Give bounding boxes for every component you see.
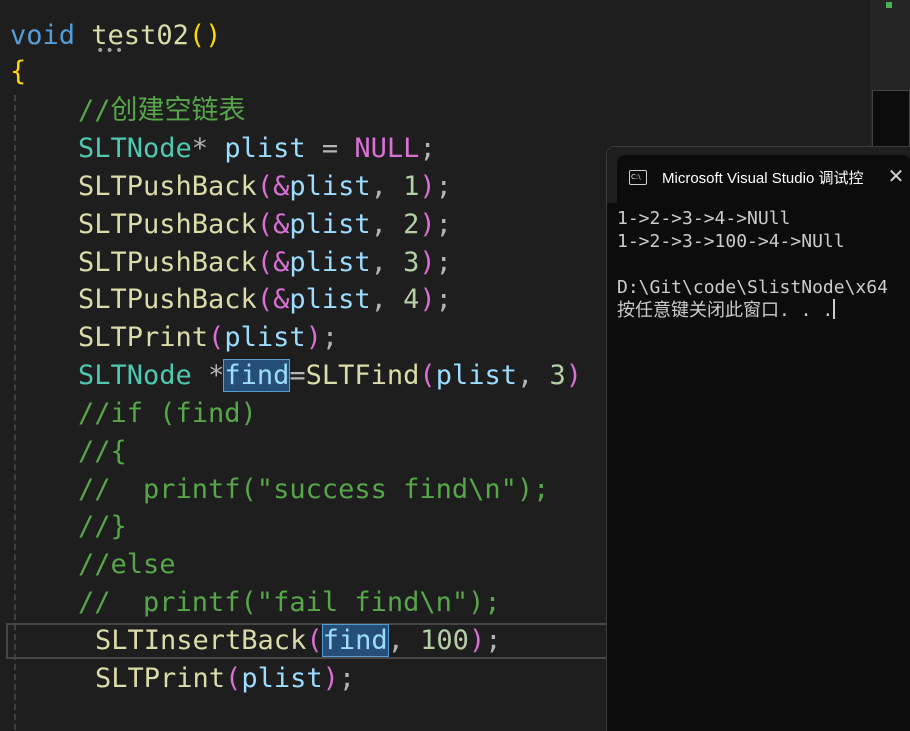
variable-plist: plist — [224, 133, 306, 164]
number-literal: 2 — [403, 209, 420, 240]
comma: , — [516, 360, 534, 391]
signature-parens: () — [188, 20, 222, 51]
function-call: SLTPushBack — [78, 209, 257, 240]
number-literal: 4 — [403, 284, 420, 315]
function-call: SLTInsertBack — [95, 625, 307, 656]
open-paren: ( — [225, 663, 242, 694]
close-paren: ) — [305, 322, 322, 353]
variable-plist: plist — [224, 322, 306, 353]
text-cursor — [833, 299, 836, 319]
variable-find-highlighted[interactable]: find — [223, 359, 291, 392]
comment-open-brace: //{ — [78, 436, 127, 467]
open-paren: ( — [306, 625, 323, 656]
minimap[interactable] — [870, 0, 910, 150]
pointer-star: * — [208, 360, 225, 391]
console-titlebar[interactable]: C:\ Microsoft Visual Studio 调试控 ✕ — [607, 147, 910, 203]
comma: , — [370, 171, 387, 202]
null-macro: NULL — [354, 133, 420, 164]
open-brace: { — [10, 56, 27, 87]
comma: , — [370, 209, 387, 240]
assign-op: = — [321, 133, 339, 164]
console-line-prompt: 按任意键关闭此窗口. . . — [617, 299, 888, 322]
type-name: SLTNode — [78, 360, 192, 391]
comma: , — [370, 247, 387, 278]
console-title: Microsoft Visual Studio 调试控 — [662, 170, 864, 187]
debug-console-window[interactable]: C:\ Microsoft Visual Studio 调试控 ✕ 1->2->… — [606, 146, 910, 731]
function-call: SLTPrint — [95, 663, 226, 694]
code-line-decl[interactable]: SLTNode* plist = NULL; — [78, 130, 436, 168]
variable-plist: plist — [289, 247, 371, 278]
comment-printf-success: // printf("success find\n"); — [78, 474, 550, 505]
close-paren: ) — [419, 284, 436, 315]
number-literal: 1 — [403, 171, 420, 202]
function-call: SLTPushBack — [78, 247, 257, 278]
semicolon: ; — [435, 284, 452, 315]
semicolon: ; — [435, 171, 452, 202]
type-name: SLTNode — [78, 133, 192, 164]
code-line-print1[interactable]: SLTPrint(plist); — [78, 319, 338, 357]
minimap-viewport[interactable] — [872, 90, 910, 150]
code-line-find[interactable]: SLTNode *find=SLTFind(plist, 3) — [78, 357, 582, 395]
code-line-push1[interactable]: SLTPushBack(&plist, 1); — [78, 168, 452, 206]
open-paren: ( — [208, 322, 225, 353]
pointer-star: * — [191, 133, 209, 164]
close-paren: ) — [419, 171, 436, 202]
semicolon: ; — [435, 209, 452, 240]
open-paren-amp: (& — [256, 247, 290, 278]
assign-op: = — [289, 360, 306, 391]
close-paren: ) — [419, 247, 436, 278]
console-tab[interactable]: C:\ Microsoft Visual Studio 调试控 ✕ — [617, 155, 910, 203]
semicolon: ; — [419, 133, 436, 164]
comment-printf-fail: // printf("fail find\n"); — [78, 587, 501, 618]
function-call: SLTPrint — [78, 322, 209, 353]
close-paren: ) — [468, 625, 486, 656]
code-line-push3[interactable]: SLTPushBack(&plist, 3); — [78, 244, 452, 282]
console-line: 1->2->3->100->4->NUll — [617, 231, 845, 252]
variable-find-highlighted[interactable]: find — [321, 624, 389, 657]
minimap-marker — [886, 2, 892, 8]
semicolon: ; — [485, 625, 502, 656]
open-paren-amp: (& — [256, 171, 290, 202]
close-paren: ) — [565, 360, 583, 391]
code-line-push2[interactable]: SLTPushBack(&plist, 2); — [78, 206, 452, 244]
number-literal: 3 — [549, 360, 566, 391]
variable-plist: plist — [241, 663, 323, 694]
variable-plist: plist — [289, 171, 371, 202]
variable-plist: plist — [435, 360, 517, 391]
variable-plist: plist — [289, 284, 371, 315]
code-line-print2[interactable]: SLTPrint(plist); — [95, 660, 355, 698]
semicolon: ; — [435, 247, 452, 278]
semicolon: ; — [338, 663, 356, 694]
suggestion-dots: ••• — [96, 43, 125, 59]
comma: , — [387, 625, 404, 656]
code-line-push4[interactable]: SLTPushBack(&plist, 4); — [78, 281, 452, 319]
function-call: SLTPushBack — [78, 284, 257, 315]
close-paren: ) — [419, 209, 436, 240]
code-line-insert[interactable]: SLTInsertBack(find, 100); — [95, 622, 501, 660]
number-literal: 100 — [420, 625, 469, 656]
close-icon[interactable]: ✕ — [883, 163, 909, 189]
comment-else: //else — [78, 549, 176, 580]
console-output[interactable]: 1->2->3->4->NUll 1->2->3->100->4->NUll D:… — [617, 207, 888, 322]
close-paren: ) — [322, 663, 339, 694]
open-paren: ( — [419, 360, 436, 391]
comment-create-list: //创建空链表 — [78, 95, 246, 126]
variable-plist: plist — [289, 209, 371, 240]
open-paren-amp: (& — [256, 284, 290, 315]
comment-close-brace: //} — [78, 511, 127, 542]
comma: , — [370, 284, 387, 315]
comment-if: //if (find) — [78, 398, 257, 429]
keyword-void: void — [10, 20, 76, 51]
function-call: SLTPushBack — [78, 171, 257, 202]
open-paren-amp: (& — [256, 209, 290, 240]
number-literal: 3 — [403, 247, 420, 278]
console-line: 1->2->3->4->NUll — [617, 208, 791, 229]
semicolon: ; — [321, 322, 339, 353]
console-prompt-text: 按任意键关闭此窗口. . . — [617, 300, 834, 321]
function-call: SLTFind — [305, 360, 420, 391]
console-icon: C:\ — [629, 170, 647, 185]
console-line: D:\Git\code\SlistNode\x64 — [617, 277, 888, 298]
